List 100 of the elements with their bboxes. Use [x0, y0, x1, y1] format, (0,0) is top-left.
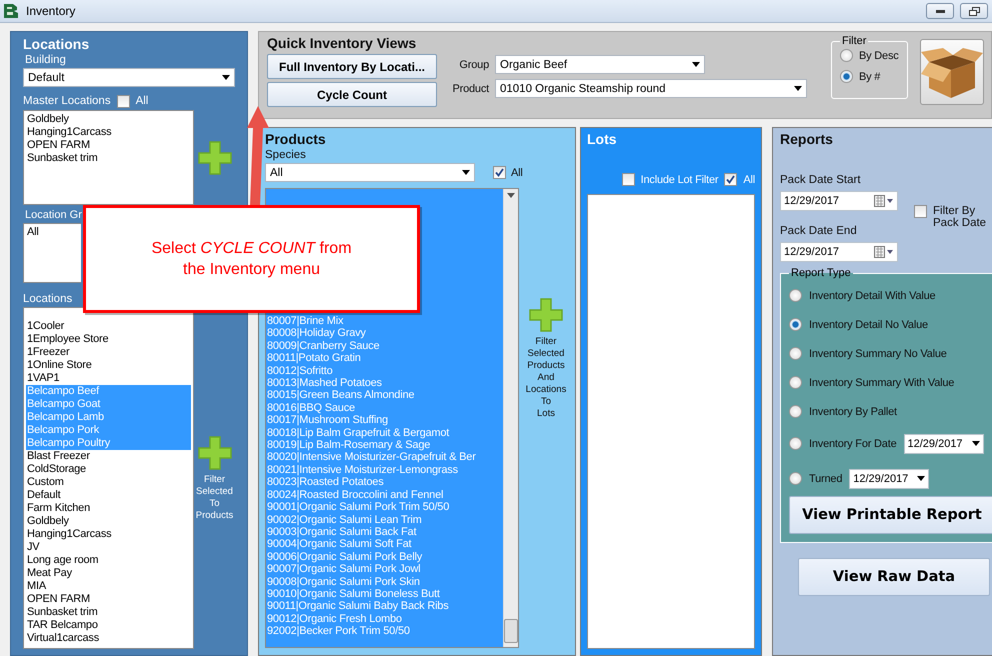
radio-button[interactable] — [789, 405, 802, 418]
list-item[interactable]: 1Cooler — [26, 320, 191, 333]
dropdown-caret-icon[interactable] — [917, 476, 926, 481]
group-title: Report Type — [790, 267, 852, 279]
list-item[interactable]: Meat Pay — [26, 567, 191, 580]
list-item[interactable]: Goldbely — [26, 113, 191, 126]
panel-title: Lots — [587, 131, 617, 147]
radio-button[interactable] — [840, 49, 853, 62]
radio-label: Inventory For Date — [809, 438, 896, 450]
radio-button[interactable] — [840, 70, 853, 83]
field-label: Locations — [23, 293, 72, 305]
view-raw-data-button[interactable]: View Raw Data — [798, 558, 990, 596]
date-field[interactable]: 12/29/2017 — [780, 242, 898, 262]
calendar-icon[interactable] — [874, 195, 894, 207]
field-label: Pack Date End — [780, 225, 857, 237]
list-item[interactable]: 1VAP1 — [26, 372, 191, 385]
list-item[interactable]: All — [26, 226, 79, 239]
locations-list[interactable] — [23, 307, 194, 649]
radio-button[interactable] — [789, 472, 802, 485]
radio-button[interactable] — [789, 347, 802, 360]
inventory-button[interactable] — [920, 39, 984, 105]
checkbox-label: All — [743, 174, 755, 186]
scrollbar[interactable] — [503, 189, 518, 647]
list-item[interactable]: Hanging1Carcass — [26, 528, 191, 541]
quick-view-button[interactable]: Cycle Count — [267, 82, 437, 107]
list-item[interactable]: Blast Freezer — [26, 450, 191, 463]
list-item[interactable]: Goldbely — [26, 515, 191, 528]
plus-icon[interactable] — [196, 434, 232, 470]
plus-icon[interactable] — [196, 140, 232, 176]
list-item[interactable]: Virtual1carcass — [26, 632, 191, 645]
checkbox[interactable] — [116, 95, 130, 108]
list-item[interactable]: Farm Kitchen — [26, 502, 191, 515]
section-title: Quick Inventory Views — [267, 35, 416, 51]
list-item[interactable]: MIA — [26, 580, 191, 593]
radio-button[interactable] — [789, 289, 802, 302]
checkbox-label: Filter By Pack Date — [933, 205, 986, 229]
field-label: Location Gr — [24, 209, 82, 221]
radio-label: By Desc — [859, 50, 899, 62]
location-groups-list[interactable]: All — [23, 223, 81, 283]
filter-to-lots-button[interactable]: Filter Selected Products And Locations To Lots — [526, 336, 566, 420]
app-logo-icon — [4, 4, 20, 18]
checkbox-label: Include Lot Filter — [640, 174, 718, 186]
date-field[interactable]: 12/29/2017 — [780, 191, 898, 211]
list-item[interactable]: TAR Belcampo — [26, 619, 191, 632]
restore-button[interactable] — [960, 3, 988, 19]
field-label: Building — [24, 54, 66, 66]
radio-button[interactable] — [789, 318, 802, 331]
checkbox[interactable] — [724, 173, 738, 186]
calendar-icon[interactable] — [874, 246, 894, 258]
group-title: Filter — [841, 35, 868, 47]
window-title: Inventory — [26, 4, 76, 18]
list-item[interactable]: OPEN FARM — [26, 593, 191, 606]
list-item[interactable]: ColdStorage — [26, 463, 191, 476]
radio-button[interactable] — [789, 437, 802, 450]
list-item[interactable]: JV — [26, 541, 191, 554]
checkbox[interactable] — [914, 205, 927, 218]
scroll-thumb[interactable] — [504, 619, 518, 643]
checkbox[interactable] — [622, 173, 635, 186]
radio-label: Inventory Summary With Value — [809, 376, 954, 388]
list-item[interactable]: 1Freezer — [26, 346, 191, 359]
panel-title: Products — [265, 131, 326, 147]
dropdown-caret-icon[interactable] — [462, 170, 470, 175]
list-item[interactable]: Default — [26, 489, 191, 502]
list-item[interactable]: Hanging1Carcass — [26, 126, 191, 139]
species-dropdown[interactable]: All — [265, 163, 475, 182]
checkbox[interactable] — [493, 166, 506, 179]
list-item[interactable]: 1Employee Store — [26, 333, 191, 346]
view-printable-report-button[interactable]: View Printable Report — [789, 496, 992, 534]
panel-title: Reports — [780, 131, 833, 147]
list-item[interactable]: 1Online Store — [26, 359, 191, 372]
building-dropdown[interactable]: Default — [23, 68, 235, 87]
quick-view-button[interactable]: Full Inventory By Locati... — [267, 54, 437, 79]
list-item[interactable]: Sunbasket trim — [26, 606, 191, 619]
group-dropdown[interactable]: Organic Beef — [495, 55, 705, 74]
dropdown-caret-icon[interactable] — [972, 441, 980, 446]
radio-button[interactable] — [789, 376, 802, 389]
field-label: Master Locations — [23, 95, 111, 107]
panel-title: Locations — [23, 36, 90, 52]
checkbox-label: All — [511, 166, 523, 178]
field-label: Species — [265, 149, 306, 161]
restore-icon — [968, 6, 980, 16]
minimize-button[interactable] — [926, 3, 954, 19]
radio-label: Inventory Detail With Value — [809, 290, 936, 302]
list-item[interactable]: Long age room — [26, 554, 191, 567]
product-dropdown[interactable]: 01010 Organic Steamship round — [495, 79, 807, 98]
field-label: Product — [451, 82, 489, 94]
list-item[interactable]: OPEN FARM — [26, 139, 191, 152]
dropdown-caret-icon[interactable] — [222, 75, 230, 80]
callout-text: Select CYCLE COUNT from the Inventory menu — [150, 239, 353, 280]
filter-to-products-button[interactable]: Filter Selected To Products — [196, 474, 234, 522]
list-item[interactable]: Sunbasket trim — [26, 152, 191, 165]
dropdown-caret-icon[interactable] — [794, 86, 802, 91]
master-locations-list[interactable]: Goldbely Hanging1Carcass OPEN FARM Sunbasket trim — [23, 110, 194, 205]
field-label: Pack Date Start — [780, 174, 861, 186]
list-item[interactable]: Custom — [26, 476, 191, 489]
dropdown-caret-icon[interactable] — [692, 62, 700, 67]
date-dropdown[interactable]: 12/29/2017 — [904, 434, 984, 454]
date-dropdown[interactable]: 12/29/2017 — [849, 468, 930, 488]
dropdown-caret-icon[interactable] — [507, 193, 515, 198]
field-label: Group — [458, 58, 489, 70]
